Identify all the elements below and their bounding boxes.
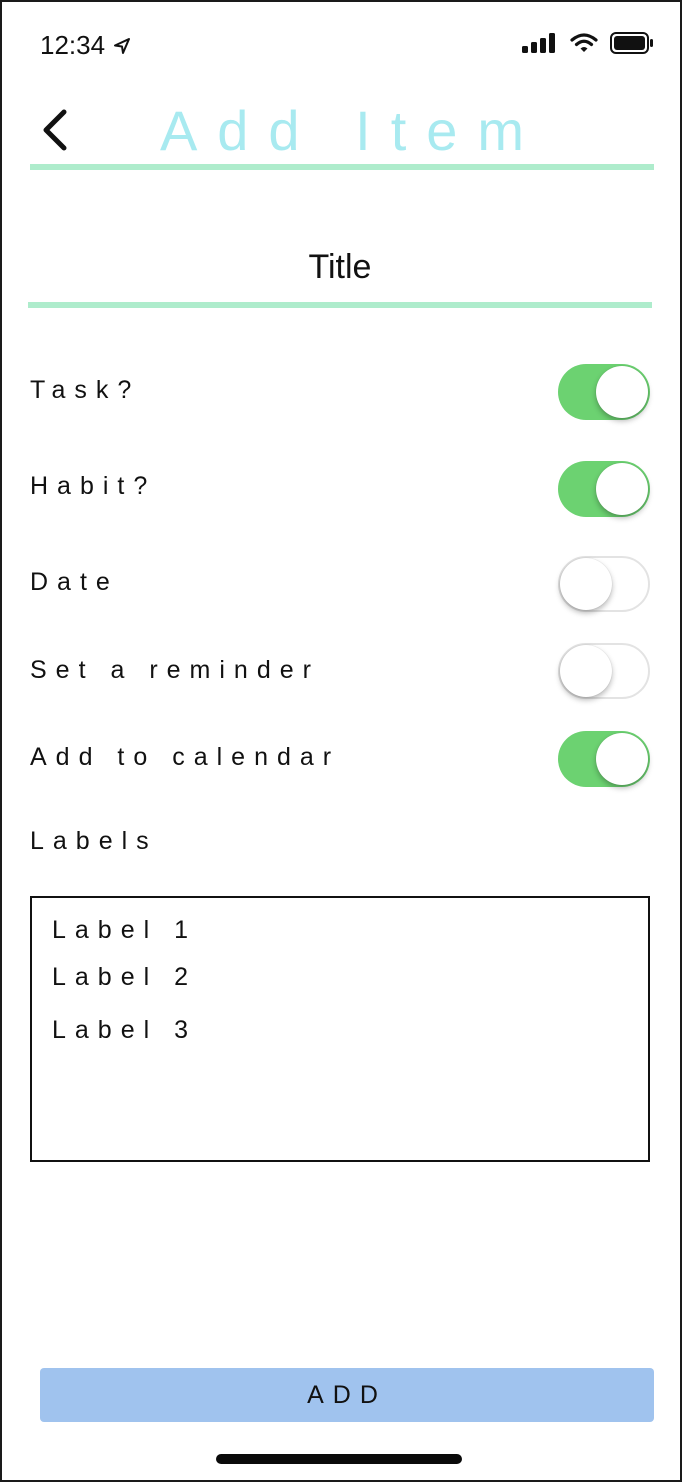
label-item[interactable]: Label 3: [52, 1016, 197, 1045]
reminder-toggle[interactable]: [558, 643, 650, 699]
label-item[interactable]: Label 2: [52, 963, 197, 992]
battery-icon: [610, 32, 653, 54]
labels-list[interactable]: Label 1 Label 2 Label 3: [30, 896, 650, 1162]
reminder-label: Set a reminder: [30, 656, 320, 684]
habit-label: Habit?: [30, 472, 157, 500]
date-toggle[interactable]: [558, 556, 650, 612]
toggle-knob: [596, 366, 648, 418]
label-item[interactable]: Label 1: [52, 916, 197, 945]
chevron-left-icon[interactable]: [40, 108, 74, 152]
status-time: 12:34: [40, 30, 131, 61]
cellular-signal-icon: [522, 33, 555, 53]
calendar-label: Add to calendar: [30, 743, 341, 771]
header-divider: [30, 164, 654, 170]
habit-toggle[interactable]: [558, 461, 650, 517]
toggle-knob: [560, 645, 612, 697]
task-toggle[interactable]: [558, 364, 650, 420]
location-arrow-icon: [114, 37, 131, 54]
add-button[interactable]: ADD: [40, 1368, 654, 1422]
wifi-icon: [570, 33, 598, 52]
toggle-knob: [560, 558, 612, 610]
toggle-knob: [596, 463, 648, 515]
status-time-text: 12:34: [40, 30, 106, 60]
calendar-toggle[interactable]: [558, 731, 650, 787]
status-icons: [510, 32, 654, 54]
title-underline: [28, 302, 652, 308]
task-label: Task?: [30, 376, 141, 404]
phone-screen: 12:34 Add Item Task? Hab: [0, 0, 682, 1482]
labels-heading: Labels: [30, 827, 158, 855]
page-title: Add Item: [159, 99, 545, 162]
date-label: Date: [30, 568, 119, 596]
home-indicator: [216, 1454, 462, 1464]
toggle-knob: [596, 733, 648, 785]
title-input[interactable]: [28, 242, 652, 292]
